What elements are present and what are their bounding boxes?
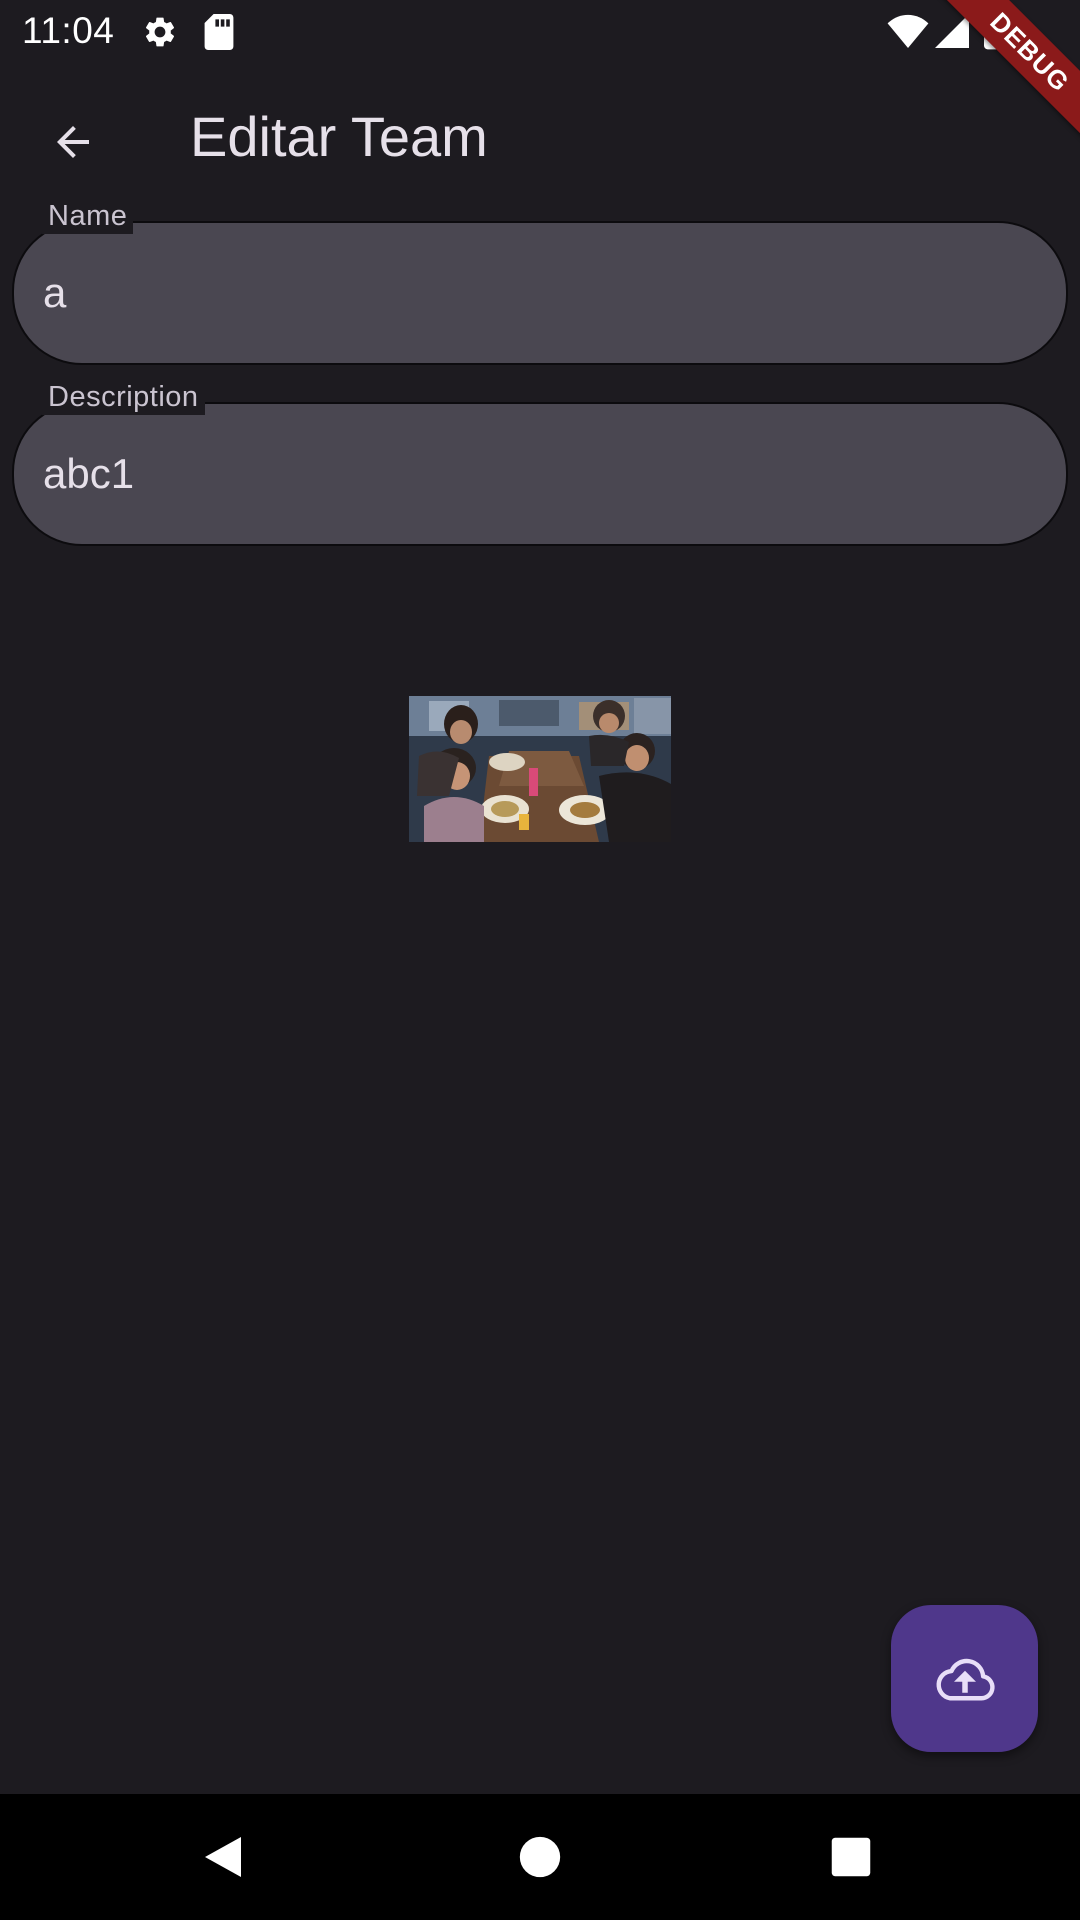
name-input[interactable] <box>43 269 1023 317</box>
arrow-back-icon <box>57 126 89 158</box>
page-title: Editar Team <box>190 105 488 168</box>
gear-icon <box>145 17 175 47</box>
description-field-label: Description <box>42 380 205 415</box>
nav-recents-button[interactable] <box>818 1824 884 1890</box>
cloud-upload-icon <box>936 1658 995 1700</box>
cell-signal-icon <box>935 14 969 48</box>
description-field[interactable]: Description <box>12 380 1068 546</box>
description-input[interactable] <box>43 450 1023 498</box>
navigation-bar <box>0 1794 1080 1920</box>
team-photo[interactable] <box>409 696 671 842</box>
recents-square-icon <box>831 1837 871 1877</box>
battery-icon <box>984 12 1006 50</box>
name-field-label: Name <box>42 199 134 234</box>
app-bar: Editar Team <box>0 63 1080 210</box>
nav-back-button[interactable] <box>192 1824 258 1890</box>
home-circle-icon <box>519 1836 561 1878</box>
nav-home-button[interactable] <box>507 1824 573 1890</box>
status-time: 11:04 <box>22 10 115 51</box>
edit-team-screen: 11:04 DEBUG Editar Team Name a Descripti… <box>0 0 1080 1920</box>
name-field[interactable]: Name <box>12 199 1068 365</box>
sd-card-icon <box>204 14 234 50</box>
back-button[interactable] <box>32 101 114 183</box>
status-bar: 11:04 <box>0 0 1080 63</box>
team-photo-image <box>409 696 671 842</box>
upload-fab[interactable] <box>891 1605 1038 1752</box>
wifi-icon <box>887 14 929 48</box>
back-triangle-icon <box>205 1837 241 1877</box>
